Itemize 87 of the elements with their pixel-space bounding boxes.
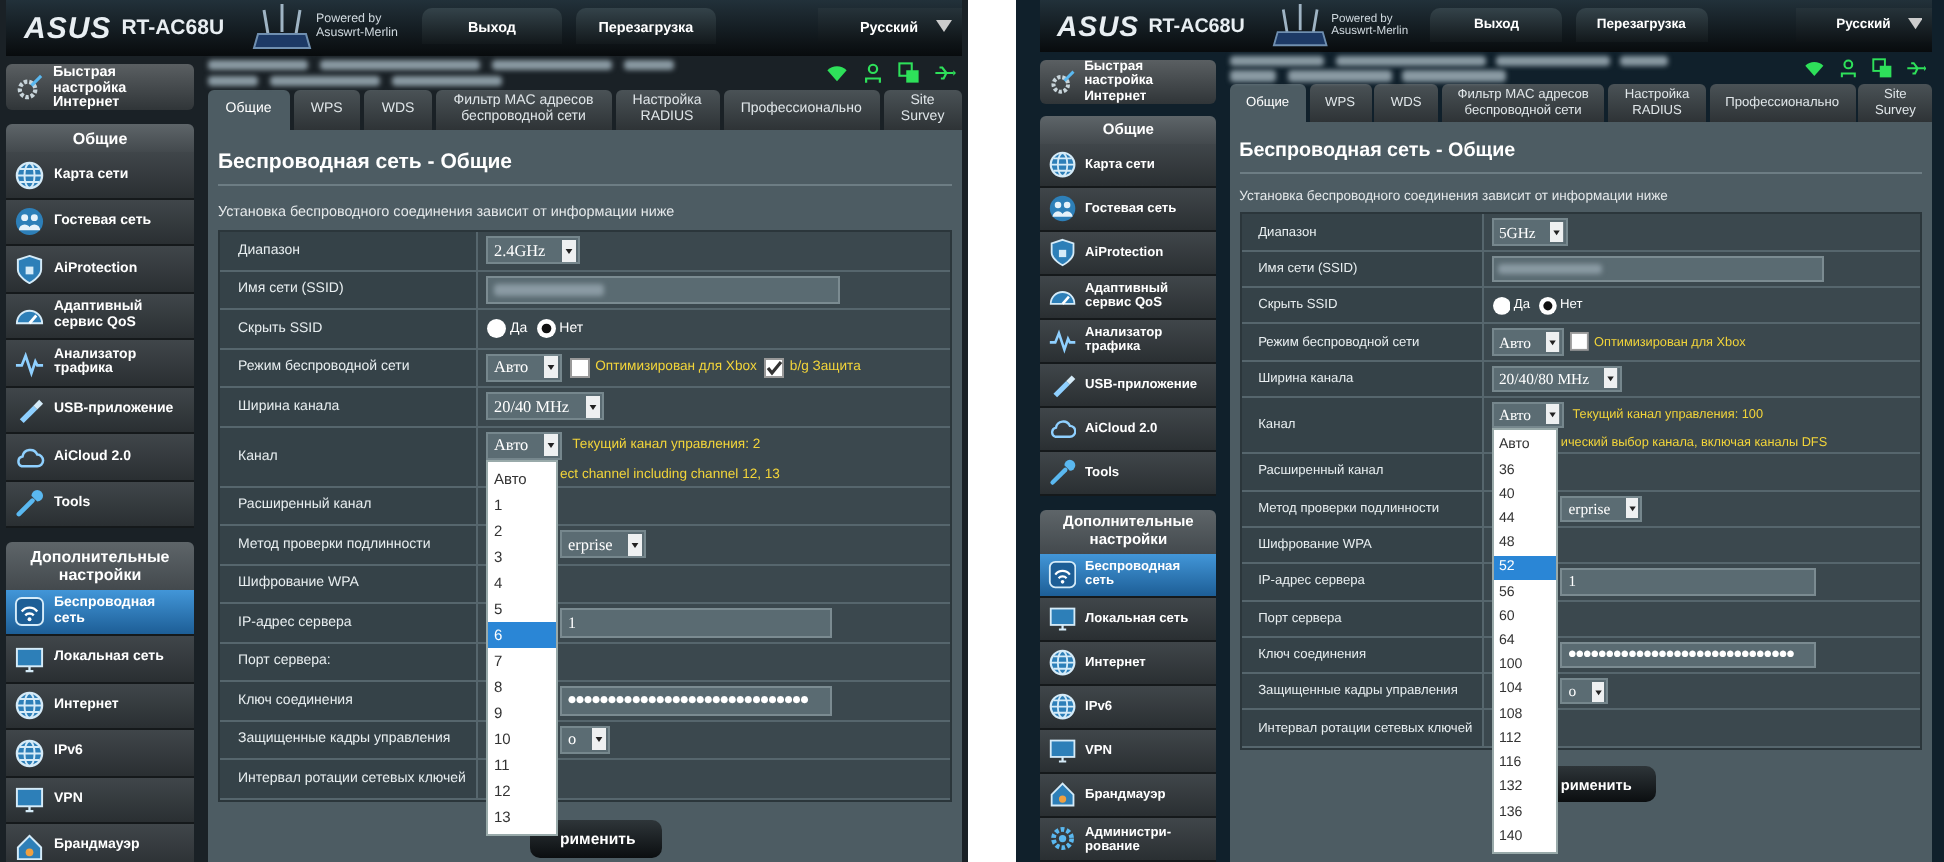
caret-icon — [1546, 331, 1560, 353]
people-icon — [1047, 193, 1077, 223]
blurred-text — [208, 75, 258, 87]
monitor-icon — [14, 784, 45, 816]
select-field[interactable]: Авто — [486, 431, 563, 459]
blurred-text — [270, 75, 380, 87]
globe-icon — [14, 690, 45, 722]
input-field[interactable]: 1 — [560, 608, 832, 637]
input-field[interactable] — [1491, 255, 1824, 283]
blurred-text — [208, 59, 308, 71]
blurred-text — [392, 75, 502, 87]
monitor-icon — [1047, 604, 1077, 634]
monitor-icon — [1047, 736, 1077, 766]
wifi-icon — [14, 596, 45, 628]
globe-icon — [14, 159, 45, 191]
monitor-icon — [14, 643, 45, 675]
globe-icon — [14, 737, 45, 769]
blurred-text — [1402, 70, 1507, 82]
model-name: RT-AC68U — [121, 16, 225, 40]
router-icon — [252, 2, 313, 54]
select-field[interactable]: 2.4GHz — [486, 236, 580, 265]
section-heading: Дополнительные настройки — [6, 542, 194, 590]
globe-icon — [1047, 692, 1077, 722]
brand-logo: ASUS — [1056, 10, 1139, 43]
caret-icon — [544, 434, 559, 456]
wrench-icon — [14, 488, 45, 520]
blurred-text — [492, 59, 612, 71]
caret-icon — [1591, 681, 1605, 702]
select-field[interactable]: 20/40 MHz — [486, 392, 604, 421]
globe-icon — [1047, 149, 1077, 179]
checkbox[interactable] — [1570, 332, 1590, 352]
usb-icon[interactable] — [1905, 58, 1927, 79]
shield-icon — [14, 253, 45, 285]
caret-icon — [1625, 498, 1639, 519]
section-heading: Общие — [6, 124, 194, 153]
blurred-text — [1620, 55, 1668, 67]
input-field[interactable] — [486, 275, 840, 304]
squares-icon[interactable] — [898, 62, 920, 84]
usb-icon[interactable] — [934, 62, 956, 84]
radio-button[interactable] — [486, 318, 507, 339]
wifi-icon — [1047, 560, 1077, 590]
cloud-icon — [1047, 414, 1077, 444]
caret-icon — [628, 533, 643, 556]
blurred-text — [1229, 55, 1324, 67]
caret-icon — [1907, 18, 1923, 31]
page-title: Беспроводная сеть - Общие — [1239, 140, 1923, 175]
model-name: RT-AC68U — [1148, 15, 1245, 38]
select-field[interactable]: erprise — [560, 530, 647, 559]
caret-icon — [1546, 404, 1560, 425]
gear-icon — [14, 71, 45, 103]
caret-icon — [585, 395, 600, 418]
caret-icon — [1550, 221, 1564, 243]
usb-icon — [14, 394, 45, 426]
router-icon — [1271, 1, 1328, 51]
blurred-text — [1288, 70, 1392, 82]
select-field[interactable]: о — [560, 725, 611, 754]
globe-icon — [1047, 648, 1077, 678]
people-icon — [14, 206, 45, 238]
caret-icon — [1604, 368, 1618, 389]
blurred-text — [624, 59, 674, 71]
person-icon[interactable] — [862, 62, 884, 84]
wifi-icon[interactable] — [1804, 58, 1825, 79]
brand-logo: ASUS — [24, 11, 112, 45]
blurred-text — [1229, 70, 1277, 82]
checkbox[interactable] — [764, 357, 785, 378]
page-title: Беспроводная сеть - Общие — [218, 150, 952, 186]
pulse-icon — [1047, 326, 1077, 356]
gear-icon — [1047, 824, 1077, 855]
shield-icon — [1047, 237, 1077, 268]
caret-icon — [592, 728, 607, 751]
wifi-icon[interactable] — [826, 62, 848, 84]
blurred-text — [1496, 55, 1610, 67]
house-icon — [1047, 780, 1077, 810]
squares-icon[interactable] — [1871, 58, 1893, 79]
caret-icon — [936, 20, 952, 32]
gear-icon — [1047, 67, 1077, 97]
checkbox[interactable] — [570, 357, 591, 378]
caret-icon — [544, 356, 559, 379]
radio-button[interactable] — [1537, 295, 1558, 316]
select-field[interactable]: Авто — [486, 353, 563, 382]
pulse-icon — [14, 347, 45, 379]
radio-button[interactable] — [535, 318, 557, 339]
caret-icon — [561, 239, 576, 262]
person-icon[interactable] — [1838, 58, 1859, 79]
house-icon — [14, 831, 45, 862]
wrench-icon — [1047, 458, 1077, 488]
radio-button[interactable] — [1491, 295, 1511, 316]
